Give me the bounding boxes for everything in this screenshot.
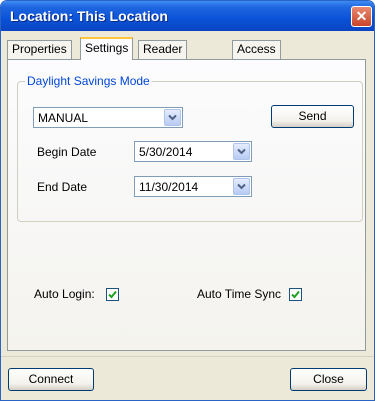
close-button[interactable]: Close (290, 368, 367, 391)
auto-time-sync-checkbox[interactable] (289, 288, 302, 301)
send-button[interactable]: Send (271, 105, 354, 128)
footer-divider (1, 356, 374, 357)
connect-button[interactable]: Connect (8, 368, 94, 391)
begin-date-value: 5/30/2014 (139, 145, 193, 159)
chevron-down-icon[interactable] (233, 178, 250, 195)
location-dialog: Location: This Location ✕ Properties Set… (0, 0, 375, 401)
close-window-button[interactable]: ✕ (351, 6, 372, 27)
begin-date-label: Begin Date (37, 145, 97, 159)
daylight-savings-group-label: Daylight Savings Mode (25, 74, 152, 88)
auto-login-checkbox[interactable] (106, 288, 119, 301)
end-date-picker[interactable]: 11/30/2014 (134, 176, 252, 197)
tab-reader-groups[interactable]: Reader Groups (138, 40, 188, 73)
window-title: Location: This Location (10, 8, 168, 24)
auto-time-sync-label: Auto Time Sync (197, 287, 282, 301)
tab-access-groups[interactable]: Access Groups (232, 40, 282, 73)
dst-mode-select[interactable]: MANUAL (33, 107, 183, 128)
auto-login-label: Auto Login: (34, 287, 95, 301)
tab-properties[interactable]: Properties (7, 40, 72, 59)
begin-date-picker[interactable]: 5/30/2014 (134, 141, 252, 162)
title-bar[interactable]: Location: This Location ✕ (1, 1, 374, 31)
dst-mode-value: MANUAL (38, 111, 89, 125)
end-date-value: 11/30/2014 (139, 180, 199, 194)
tab-settings[interactable]: Settings (80, 37, 134, 60)
end-date-label: End Date (37, 180, 88, 194)
chevron-down-icon[interactable] (164, 109, 181, 126)
chevron-down-icon[interactable] (233, 143, 250, 160)
